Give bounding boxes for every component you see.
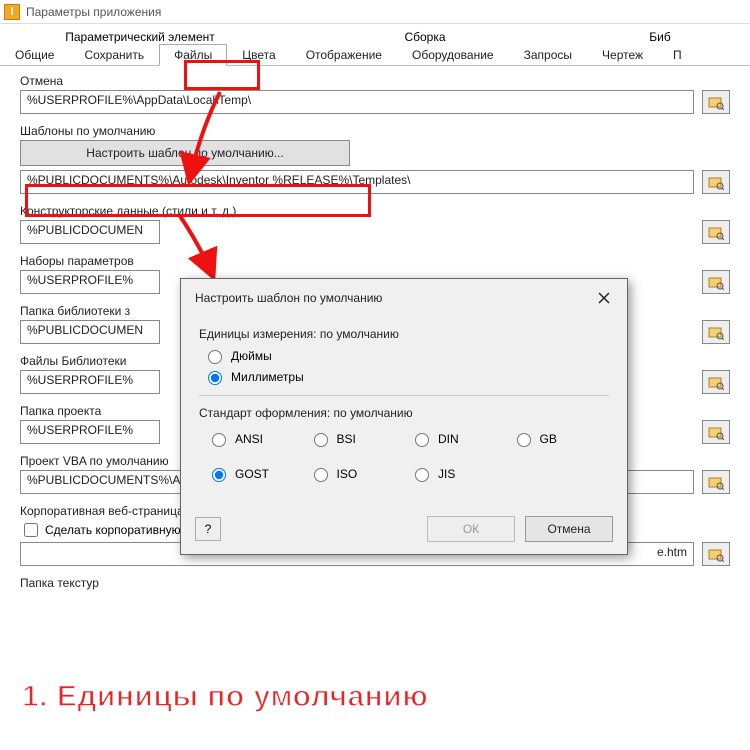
- templates-browse-button[interactable]: [702, 170, 730, 194]
- radio-jis[interactable]: [415, 468, 429, 482]
- configure-template-dialog: Настроить шаблон по умолчанию Единицы из…: [180, 278, 628, 555]
- libfiles-browse-button[interactable]: [702, 370, 730, 394]
- design-input[interactable]: %PUBLICDOCUMEN: [20, 220, 160, 244]
- radio-ansi[interactable]: [212, 433, 226, 447]
- project-input[interactable]: %USERPROFILE%: [20, 420, 160, 444]
- undo-browse-button[interactable]: [702, 90, 730, 114]
- tab-general[interactable]: Общие: [0, 44, 69, 65]
- tab-p[interactable]: П: [658, 44, 697, 65]
- radio-gb[interactable]: [517, 433, 531, 447]
- undo-input[interactable]: %USERPROFILE%\AppData\Local\Temp\: [20, 90, 694, 114]
- tab-group-param: Параметрический элемент: [0, 30, 280, 44]
- dialog-ok-button[interactable]: ОК: [427, 516, 515, 542]
- browse-icon: [708, 324, 724, 340]
- tab-files[interactable]: Файлы: [159, 44, 227, 66]
- corp-homepage-checkbox[interactable]: [24, 523, 38, 537]
- titlebar: I Параметры приложения: [0, 0, 750, 24]
- radio-bsi-label: BSI: [337, 432, 356, 446]
- tab-group-lib: Биб: [570, 30, 750, 44]
- divider: [199, 395, 609, 396]
- radio-din[interactable]: [415, 433, 429, 447]
- radio-inches[interactable]: [208, 350, 222, 364]
- radio-iso-label: ISO: [337, 467, 358, 481]
- tab-group-assembly: Сборка: [280, 30, 570, 44]
- tab-hardware[interactable]: Оборудование: [397, 44, 509, 65]
- dialog-cancel-button[interactable]: Отмена: [525, 516, 613, 542]
- libfolder-input[interactable]: %PUBLICDOCUMEN: [20, 320, 160, 344]
- tab-prompts[interactable]: Запросы: [509, 44, 587, 65]
- textures-label: Папка текстур: [20, 576, 730, 590]
- libfolder-browse-button[interactable]: [702, 320, 730, 344]
- libfiles-input[interactable]: %USERPROFILE%: [20, 370, 160, 394]
- vba-browse-button[interactable]: [702, 470, 730, 494]
- paramsets-label: Наборы параметров: [20, 254, 730, 268]
- window-title: Параметры приложения: [26, 5, 161, 19]
- radio-gost-label: GOST: [235, 467, 269, 481]
- radio-din-label: DIN: [438, 432, 459, 446]
- radio-iso[interactable]: [314, 468, 328, 482]
- dialog-close-button[interactable]: [595, 289, 613, 307]
- tab-colors[interactable]: Цвета: [227, 44, 290, 65]
- radio-bsi[interactable]: [314, 433, 328, 447]
- radio-mm-label: Миллиметры: [231, 370, 304, 384]
- design-label: Конструкторские данные (стили и т. д.): [20, 204, 730, 218]
- app-icon: I: [4, 4, 20, 20]
- browse-icon: [708, 474, 724, 490]
- browse-icon: [708, 374, 724, 390]
- dialog-title: Настроить шаблон по умолчанию: [195, 291, 382, 305]
- radio-gost[interactable]: [212, 468, 226, 482]
- paramsets-input[interactable]: %USERPROFILE%: [20, 270, 160, 294]
- tab-drawing[interactable]: Чертеж: [587, 44, 658, 65]
- radio-mm[interactable]: [208, 371, 222, 385]
- corp-browse-button[interactable]: [702, 542, 730, 566]
- browse-icon: [708, 424, 724, 440]
- browse-icon: [708, 94, 724, 110]
- browse-icon: [708, 546, 724, 562]
- arrow-to-button: [180, 92, 240, 195]
- dialog-help-button[interactable]: ?: [195, 517, 221, 541]
- help-icon: ?: [205, 522, 212, 536]
- radio-jis-label: JIS: [438, 467, 455, 481]
- design-browse-button[interactable]: [702, 220, 730, 244]
- browse-icon: [708, 274, 724, 290]
- undo-label: Отмена: [20, 74, 730, 88]
- tab-display[interactable]: Отображение: [291, 44, 397, 65]
- browse-icon: [708, 224, 724, 240]
- radio-ansi-label: ANSI: [235, 432, 263, 446]
- templates-label: Шаблоны по умолчанию: [20, 124, 730, 138]
- tab-group-labels: Параметрический элемент Сборка Биб: [0, 30, 750, 44]
- paramsets-browse-button[interactable]: [702, 270, 730, 294]
- browse-icon: [708, 174, 724, 190]
- project-browse-button[interactable]: [702, 420, 730, 444]
- radio-gb-label: GB: [540, 432, 557, 446]
- templates-input[interactable]: %PUBLICDOCUMENTS%\Autodesk\Inventor %REL…: [20, 170, 694, 194]
- tabs-row: Общие Сохранить Файлы Цвета Отображение …: [0, 44, 750, 66]
- close-icon: [598, 292, 610, 304]
- radio-inches-label: Дюймы: [231, 349, 272, 363]
- annotation-text: 1. Единицы по умолчанию: [22, 680, 428, 714]
- units-section-label: Единицы измерения: по умолчанию: [199, 327, 609, 341]
- tab-save[interactable]: Сохранить: [69, 44, 159, 65]
- standard-section-label: Стандарт оформления: по умолчанию: [199, 406, 609, 420]
